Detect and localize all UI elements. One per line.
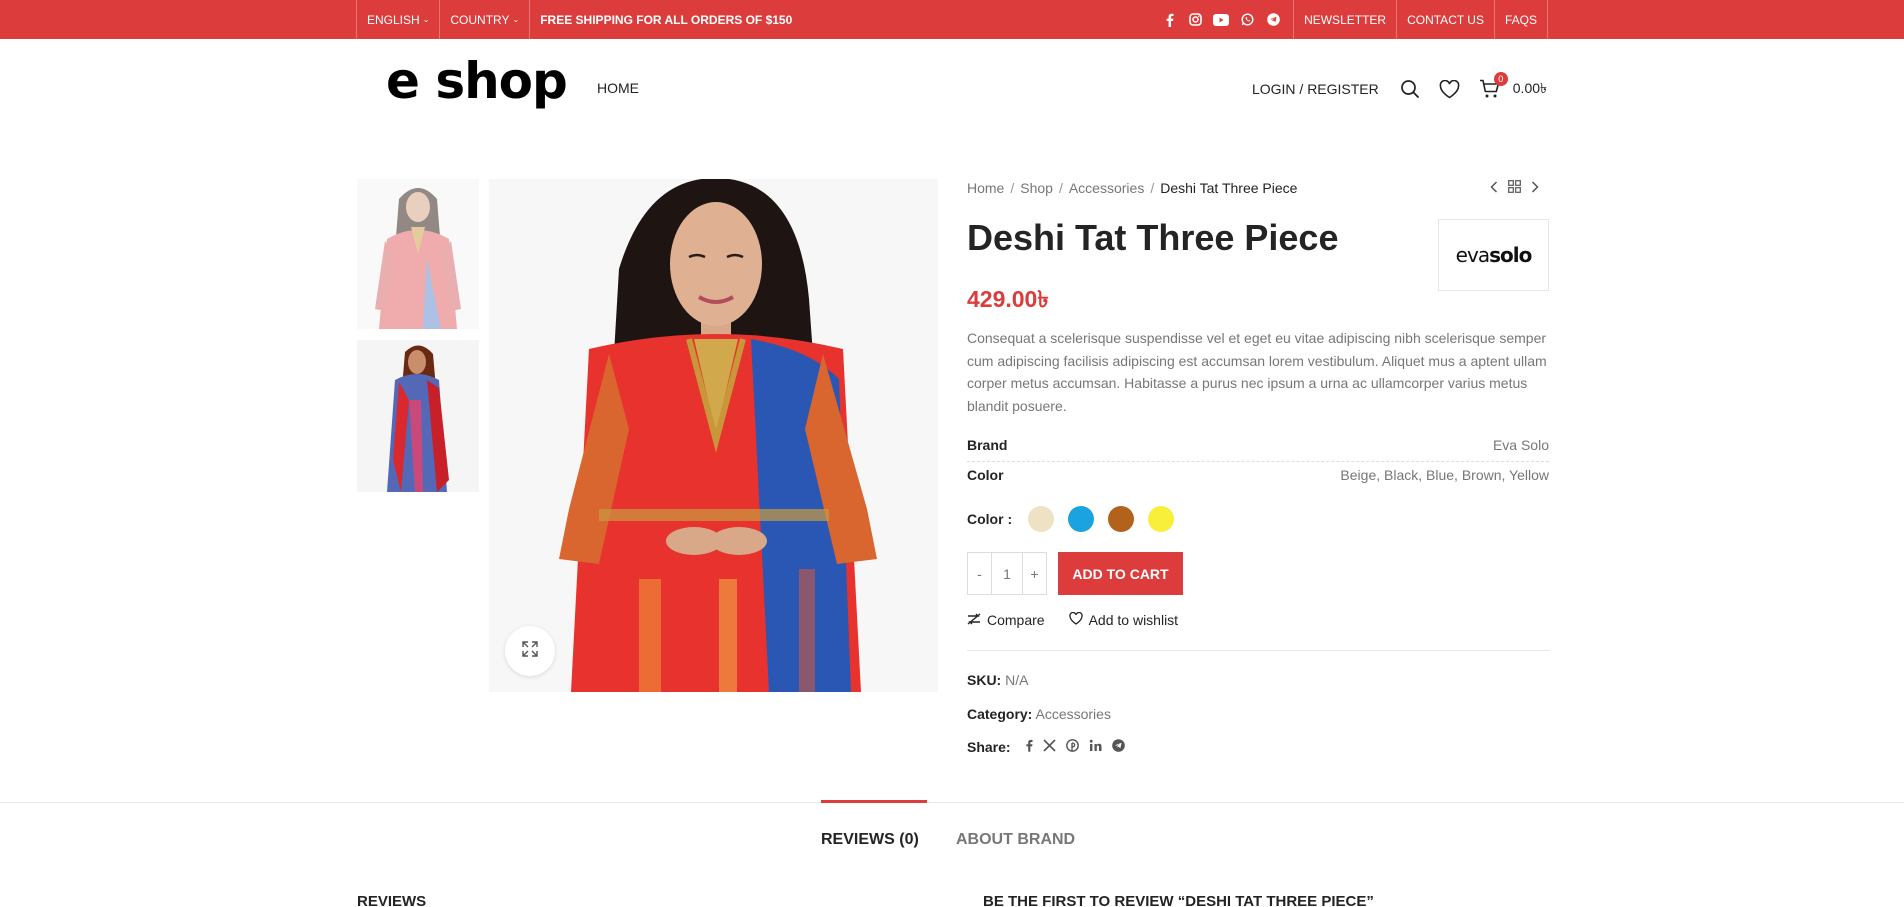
cart-icon[interactable]: 0: [1479, 72, 1508, 100]
quantity-minus-button[interactable]: -: [967, 552, 992, 595]
breadcrumb-separator: /: [1150, 180, 1155, 196]
telegram-icon[interactable]: [1265, 12, 1281, 28]
compare-icon: [967, 612, 981, 628]
add-to-wishlist-link[interactable]: Add to wishlist: [1068, 611, 1179, 628]
chevron-down-icon: ⌄: [512, 15, 520, 24]
promo-text: FREE SHIPPING FOR ALL ORDERS OF $150: [529, 0, 802, 39]
search-icon[interactable]: [1399, 78, 1421, 100]
tab-reviews[interactable]: REVIEWS (0): [821, 831, 919, 849]
header-actions: LOGIN / REGISTER 0 0.00৳: [1252, 72, 1547, 101]
telegram-icon[interactable]: [1111, 739, 1125, 755]
grid-icon[interactable]: [1508, 180, 1521, 198]
expand-icon: [522, 640, 538, 662]
breadcrumb-separator: /: [1010, 180, 1015, 196]
color-selector: Color :: [967, 506, 1188, 532]
login-register-link[interactable]: LOGIN / REGISTER: [1252, 81, 1379, 97]
attribute-brand: Brand Eva Solo: [967, 437, 1549, 462]
whatsapp-icon[interactable]: [1239, 12, 1255, 28]
quantity-stepper: - 1 +: [967, 552, 1047, 595]
country-selector[interactable]: COUNTRY ⌄: [439, 0, 529, 39]
social-links: [1149, 0, 1293, 39]
add-to-cart-button[interactable]: ADD TO CART: [1058, 552, 1183, 595]
chevron-left-icon[interactable]: [1490, 180, 1498, 198]
chevron-right-icon[interactable]: [1531, 180, 1539, 198]
wishlist-label: Add to wishlist: [1088, 612, 1179, 628]
summary-divider: [967, 650, 1549, 651]
product-thumbnail-2[interactable]: [357, 340, 479, 492]
sku-value: N/A: [1005, 672, 1029, 688]
quantity-plus-button[interactable]: +: [1022, 552, 1047, 595]
nav-home[interactable]: HOME: [597, 80, 639, 96]
tabs-divider: [0, 802, 1904, 803]
review-form-heading: BE THE FIRST TO REVIEW “DESHI TAT THREE …: [983, 893, 1374, 907]
compare-label: Compare: [987, 612, 1045, 628]
breadcrumb-shop[interactable]: Shop: [1020, 180, 1053, 196]
product-price: 429.00৳: [967, 286, 1049, 312]
product-description: Consequat a scelerisque suspendisse vel …: [967, 330, 1547, 414]
country-label: COUNTRY: [450, 12, 510, 27]
attribute-color: Color Beige, Black, Blue, Brown, Yellow: [967, 467, 1549, 483]
x-icon[interactable]: [1043, 739, 1056, 755]
facebook-icon[interactable]: [1025, 739, 1033, 755]
compare-link[interactable]: Compare: [967, 612, 1045, 628]
category-row: Category: Accessories: [967, 706, 1111, 722]
product-thumbnail-1[interactable]: [357, 179, 479, 329]
breadcrumb-home[interactable]: Home: [967, 180, 1004, 196]
share-row: Share:: [967, 739, 1125, 755]
breadcrumb-accessories[interactable]: Accessories: [1069, 180, 1144, 196]
swatch-beige[interactable]: [1028, 506, 1055, 532]
category-label: Category:: [967, 706, 1033, 722]
quantity-input[interactable]: 1: [992, 552, 1022, 595]
facebook-icon[interactable]: [1161, 12, 1177, 28]
reviews-heading: REVIEWS: [357, 893, 427, 907]
swatch-blue[interactable]: [1068, 506, 1095, 532]
brand-logo: evasolo: [1455, 243, 1533, 267]
attribute-value: Beige, Black, Blue, Brown, Yellow: [1340, 467, 1549, 483]
attribute-key: Brand: [967, 437, 1008, 453]
newsletter-link[interactable]: NEWSLETTER: [1293, 0, 1396, 39]
language-label: ENGLISH: [367, 12, 420, 27]
share-label: Share:: [967, 739, 1011, 755]
contact-us-link[interactable]: CONTACT US: [1396, 0, 1494, 39]
breadcrumb-current: Deshi Tat Three Piece: [1160, 180, 1298, 196]
cart-total[interactable]: 0.00৳: [1513, 77, 1547, 101]
top-bar: ENGLISH ⌄ COUNTRY ⌄ FREE SHIPPING FOR ALL …: [0, 0, 1904, 39]
tab-about-brand[interactable]: ABOUT BRAND: [956, 831, 1075, 849]
youtube-icon[interactable]: [1213, 12, 1230, 28]
product-title: Deshi Tat Three Piece: [967, 217, 1339, 258]
swatch-yellow[interactable]: [1148, 506, 1175, 532]
swatch-brown[interactable]: [1108, 506, 1135, 532]
language-selector[interactable]: ENGLISH ⌄: [356, 0, 439, 39]
sku-row: SKU: N/A: [967, 672, 1028, 688]
wishlist-icon[interactable]: [1439, 78, 1461, 100]
attribute-key: Color: [967, 467, 1004, 483]
product-actions: Compare Add to wishlist: [967, 611, 1179, 628]
product-main-image[interactable]: [489, 179, 938, 692]
breadcrumb-separator: /: [1058, 180, 1063, 196]
faqs-link[interactable]: FAQS: [1493, 0, 1548, 39]
sku-label: SKU:: [967, 672, 1002, 688]
breadcrumb: Home / Shop / Accessories / Deshi Tat Th…: [967, 180, 1297, 196]
chevron-down-icon: ⌄: [422, 15, 430, 24]
attribute-value: Eva Solo: [1492, 437, 1549, 453]
zoom-button[interactable]: [505, 626, 555, 676]
heart-icon: [1068, 611, 1083, 628]
color-label: Color :: [967, 511, 1013, 527]
linkedin-icon[interactable]: [1089, 739, 1102, 755]
category-link[interactable]: Accessories: [1035, 706, 1110, 722]
instagram-icon[interactable]: [1187, 12, 1203, 28]
product-navigation: [1490, 180, 1539, 198]
brand-logo-box[interactable]: evasolo: [1438, 219, 1549, 291]
cart-count-badge: 0: [1493, 72, 1508, 86]
active-tab-indicator: [821, 800, 927, 803]
site-logo[interactable]: e shop: [386, 52, 568, 110]
pinterest-icon[interactable]: [1065, 739, 1079, 755]
